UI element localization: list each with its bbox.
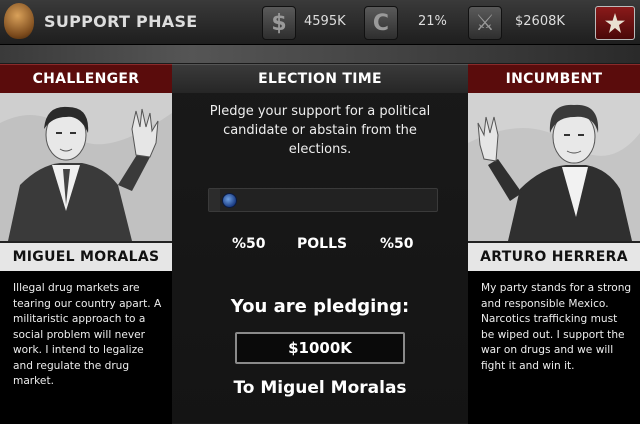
challenger-panel[interactable]: CHALLENGER MIGUEL MORALAS Illegal drug m… — [0, 64, 172, 424]
top-bar: SUPPORT PHASE $ 4595K C 21% ⚔ $2608K — [0, 0, 640, 45]
incumbent-bio: My party stands for a strong and respons… — [468, 271, 640, 424]
poll-slider-knob[interactable] — [222, 193, 238, 208]
phase-icon — [4, 3, 34, 39]
phase-title: SUPPORT PHASE — [44, 12, 198, 31]
pledge-target: To Miguel Moralas — [233, 378, 407, 398]
election-title: ELECTION TIME — [172, 64, 468, 93]
incumbent-role: INCUMBENT — [468, 64, 640, 93]
incumbent-portrait — [468, 93, 640, 241]
money-icon[interactable]: $ — [262, 6, 296, 40]
challenger-name: MIGUEL MORALAS — [0, 241, 172, 271]
challenger-portrait — [0, 93, 172, 241]
weapon-value: $2608K — [515, 14, 565, 29]
incumbent-name: ARTURO HERRERA — [468, 241, 640, 271]
poll-left-percent: %50 — [232, 236, 266, 252]
support-value: 21% — [418, 14, 447, 29]
money-value: 4595K — [304, 14, 346, 29]
emblem-icon — [605, 13, 625, 33]
election-instruction: Pledge your support for a political cand… — [209, 104, 431, 157]
incumbent-panel[interactable]: INCUMBENT ARTURO HERRERA My party stands… — [468, 64, 640, 424]
support-icon[interactable]: C — [364, 6, 398, 40]
pledge-amount-button[interactable]: $1000K — [235, 332, 405, 364]
election-panel: ELECTION TIME Pledge your support for a … — [172, 64, 468, 423]
challenger-bio: Illegal drug markets are tearing our cou… — [0, 271, 172, 424]
poll-fill — [209, 189, 221, 211]
challenger-role: CHALLENGER — [0, 64, 172, 93]
map-background — [0, 45, 640, 63]
poll-slider[interactable] — [208, 188, 438, 212]
pledge-label: You are pledging: — [230, 296, 410, 317]
poll-right-percent: %50 — [380, 236, 414, 252]
polls-label: POLLS — [297, 236, 348, 252]
weapon-icon[interactable]: ⚔ — [468, 6, 502, 40]
menu-button[interactable] — [595, 6, 635, 40]
